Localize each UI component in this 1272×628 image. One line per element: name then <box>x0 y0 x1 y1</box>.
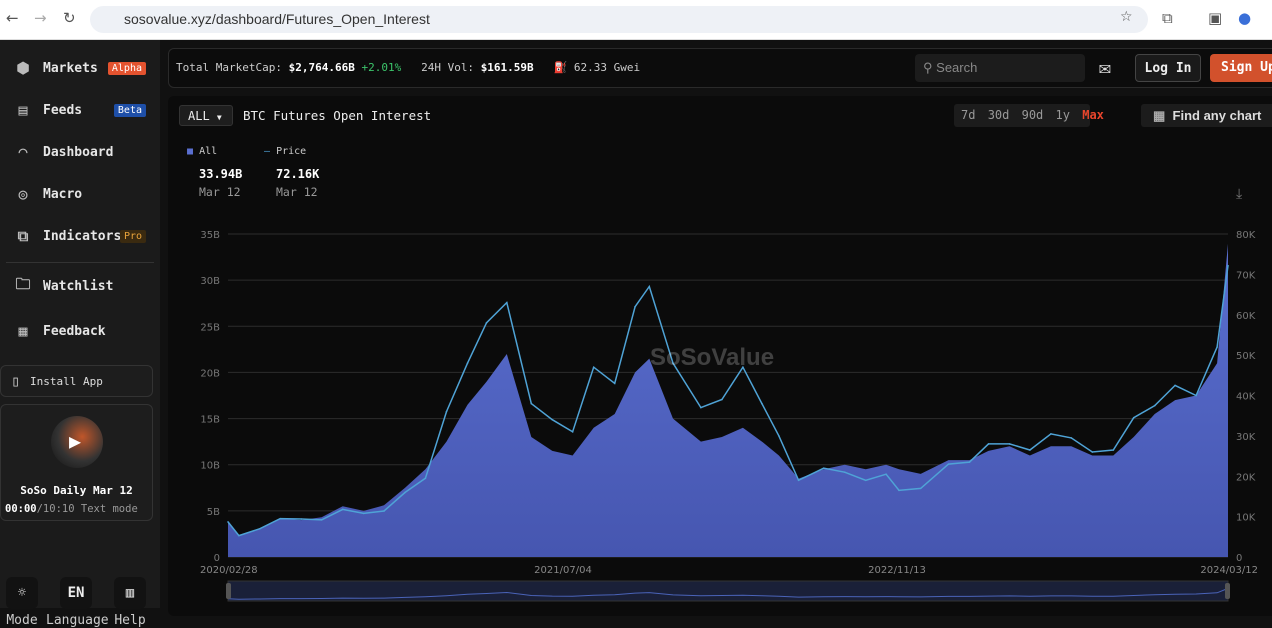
price-point <box>968 461 971 463</box>
price-point <box>885 473 887 476</box>
price-point <box>1132 416 1135 419</box>
y-right-tick: 80K <box>1236 230 1256 241</box>
y-left-tick: 15B <box>200 415 220 426</box>
price-point <box>1227 264 1229 267</box>
price-point <box>987 443 990 445</box>
price-point <box>362 512 365 515</box>
price-point <box>1029 449 1031 451</box>
price-point <box>822 467 825 469</box>
y-left-tick: 35B <box>200 230 220 241</box>
oi-area <box>228 243 1228 558</box>
price-point <box>721 398 723 401</box>
price-point <box>898 489 900 492</box>
y-right-tick: 0 <box>1236 553 1242 564</box>
price-point <box>1216 346 1218 348</box>
price-point <box>592 366 595 369</box>
price-point <box>613 382 616 385</box>
price-point <box>300 518 303 520</box>
price-point <box>761 402 763 405</box>
price-point <box>238 534 240 537</box>
price-point <box>947 463 950 465</box>
price-point <box>445 410 448 413</box>
y-left-tick: 0 <box>214 553 220 564</box>
price-point <box>919 487 922 490</box>
y-right-tick: 10K <box>1236 513 1256 524</box>
y-right-tick: 60K <box>1236 311 1256 322</box>
price-point <box>404 491 406 494</box>
mode-label: Mode <box>6 613 38 628</box>
navigator-handle-right <box>1225 583 1230 599</box>
price-point <box>485 322 488 324</box>
price-point <box>530 402 533 405</box>
price-point <box>843 471 846 474</box>
y-left-tick: 10B <box>200 461 220 472</box>
y-left-tick: 25B <box>200 322 220 333</box>
price-point <box>259 527 261 530</box>
y-right-tick: 30K <box>1236 432 1256 443</box>
price-point <box>1112 449 1115 451</box>
price-point <box>634 305 636 308</box>
language-label: Language <box>46 613 109 628</box>
price-point <box>383 510 385 512</box>
price-point <box>551 418 554 421</box>
y-left-tick: 20B <box>200 368 220 379</box>
price-point <box>700 406 702 409</box>
price-point <box>778 435 780 437</box>
price-point <box>1008 443 1011 445</box>
price-point <box>424 477 427 480</box>
price-point <box>320 519 323 521</box>
oi-chart: 0 5B 10B 15B 20B 25B 30B 35B 0 10K 20K 30K 40K 50K 60K… <box>200 230 1258 602</box>
y-right-tick: 20K <box>1236 472 1256 483</box>
price-point <box>797 479 800 482</box>
price-point <box>571 431 574 433</box>
price-point <box>1091 451 1094 453</box>
price-point <box>341 508 344 511</box>
x-tick: 2024/03/12 <box>1200 565 1258 576</box>
y-right-tick: 50K <box>1236 351 1256 362</box>
help-label: Help <box>114 613 146 628</box>
price-point <box>1153 404 1156 407</box>
y-left-tick: 5B <box>207 507 220 518</box>
price-point <box>506 301 508 304</box>
price-point <box>1174 384 1176 387</box>
x-tick: 2022/11/13 <box>868 565 926 576</box>
navigator-handle-left <box>226 583 231 599</box>
x-tick: 2020/02/28 <box>200 565 258 576</box>
price-point <box>648 285 651 288</box>
y-right-tick: 40K <box>1236 392 1256 403</box>
x-tick: 2021/07/04 <box>534 565 592 576</box>
price-point <box>279 517 282 520</box>
price-point <box>1070 437 1073 439</box>
y-left-tick: 30B <box>200 276 220 287</box>
price-point <box>864 479 867 482</box>
y-right-tick: 70K <box>1236 270 1256 281</box>
price-point <box>1050 433 1052 435</box>
price-point <box>227 521 229 523</box>
watermark-logo: SoSoValue <box>650 344 775 371</box>
price-point <box>1195 394 1197 397</box>
price-point <box>466 362 469 365</box>
